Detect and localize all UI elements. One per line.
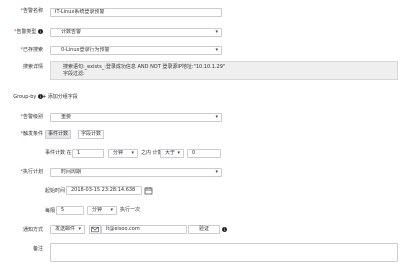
search-detail-panel: 搜索语句:_exists_:登录成功信息 AND NOT 登录源IP地址:"10… (50, 61, 398, 80)
label-search-detail: 搜索详情 (22, 64, 43, 70)
plus-icon: + (42, 94, 47, 100)
envelope-icon (89, 225, 101, 234)
start-time-input[interactable]: 2018-03-15 23:28:14.638 (66, 186, 142, 195)
label-alert-type: *告警类型 i (13, 29, 43, 35)
trigger-prefix-text: 事件计数 在 (45, 150, 72, 156)
caret-down-icon: ▾ (215, 29, 218, 35)
every-unit-select[interactable]: 分钟 ▾ (87, 206, 117, 215)
every-suffix-text: 执行一次 (120, 207, 141, 213)
search-statement: 搜索语句:_exists_:登录成功信息 AND NOT 登录源IP地址:"10… (63, 64, 226, 70)
caret-down-icon: ▾ (215, 114, 218, 120)
every-label: 每隔 (45, 208, 56, 214)
caret-down-icon: ▾ (215, 169, 218, 175)
alert-name-input[interactable]: IT-Linux系统登录预警 (50, 8, 222, 17)
label-schedule: *执行计划 (20, 169, 43, 175)
schedule-select[interactable]: 时间周期 ▾ (50, 168, 222, 177)
info-icon: i (38, 29, 43, 34)
tab-event-count[interactable]: 事件计数 (45, 130, 71, 139)
caret-down-icon: ▾ (215, 47, 218, 53)
info-icon: i (222, 227, 227, 232)
label-notify: 通知方式 (22, 227, 43, 233)
caret-down-icon: ▾ (78, 226, 81, 232)
caret-down-icon: ▾ (131, 150, 134, 156)
alert-level-select[interactable]: 重要 ▾ (50, 113, 222, 122)
label-alert-name: *告警名称 (20, 8, 43, 14)
alert-type-select[interactable]: 计数告警 ▾ (50, 28, 222, 37)
caret-down-icon: ▾ (177, 150, 180, 156)
verify-button[interactable]: 验证 (188, 225, 220, 234)
field-filter: 字段过滤: (63, 71, 85, 77)
label-saved-search: *已存搜索 (20, 47, 43, 53)
notify-email-input[interactable]: lt@eisoo.com (101, 225, 187, 234)
threshold-input[interactable]: 0 (187, 149, 221, 158)
every-input[interactable]: 5 (56, 206, 84, 215)
label-alert-level: *告警级别 (20, 114, 43, 120)
calendar-icon[interactable] (144, 186, 153, 195)
add-group-field-link[interactable]: + 添加分组字段 (42, 94, 78, 101)
notify-method-select[interactable]: 发送邮件 ▾ (50, 225, 85, 234)
label-group-by: Group-by i (13, 94, 43, 100)
period-unit-select[interactable]: 分钟 ▾ (108, 149, 138, 158)
label-trigger: *触发条件 (20, 131, 43, 137)
operator-select[interactable]: 大于 ▾ (160, 149, 184, 158)
tab-field-count[interactable]: 字段计数 (78, 130, 104, 139)
saved-search-select[interactable]: 0-Linux登录行为预警 ▾ (50, 46, 222, 55)
remark-textarea[interactable] (50, 243, 398, 262)
period-input[interactable]: 1 (72, 149, 104, 158)
label-remark: 备注 (32, 246, 43, 252)
caret-down-icon: ▾ (110, 207, 113, 213)
start-time-label: 起始时间 (45, 188, 66, 194)
